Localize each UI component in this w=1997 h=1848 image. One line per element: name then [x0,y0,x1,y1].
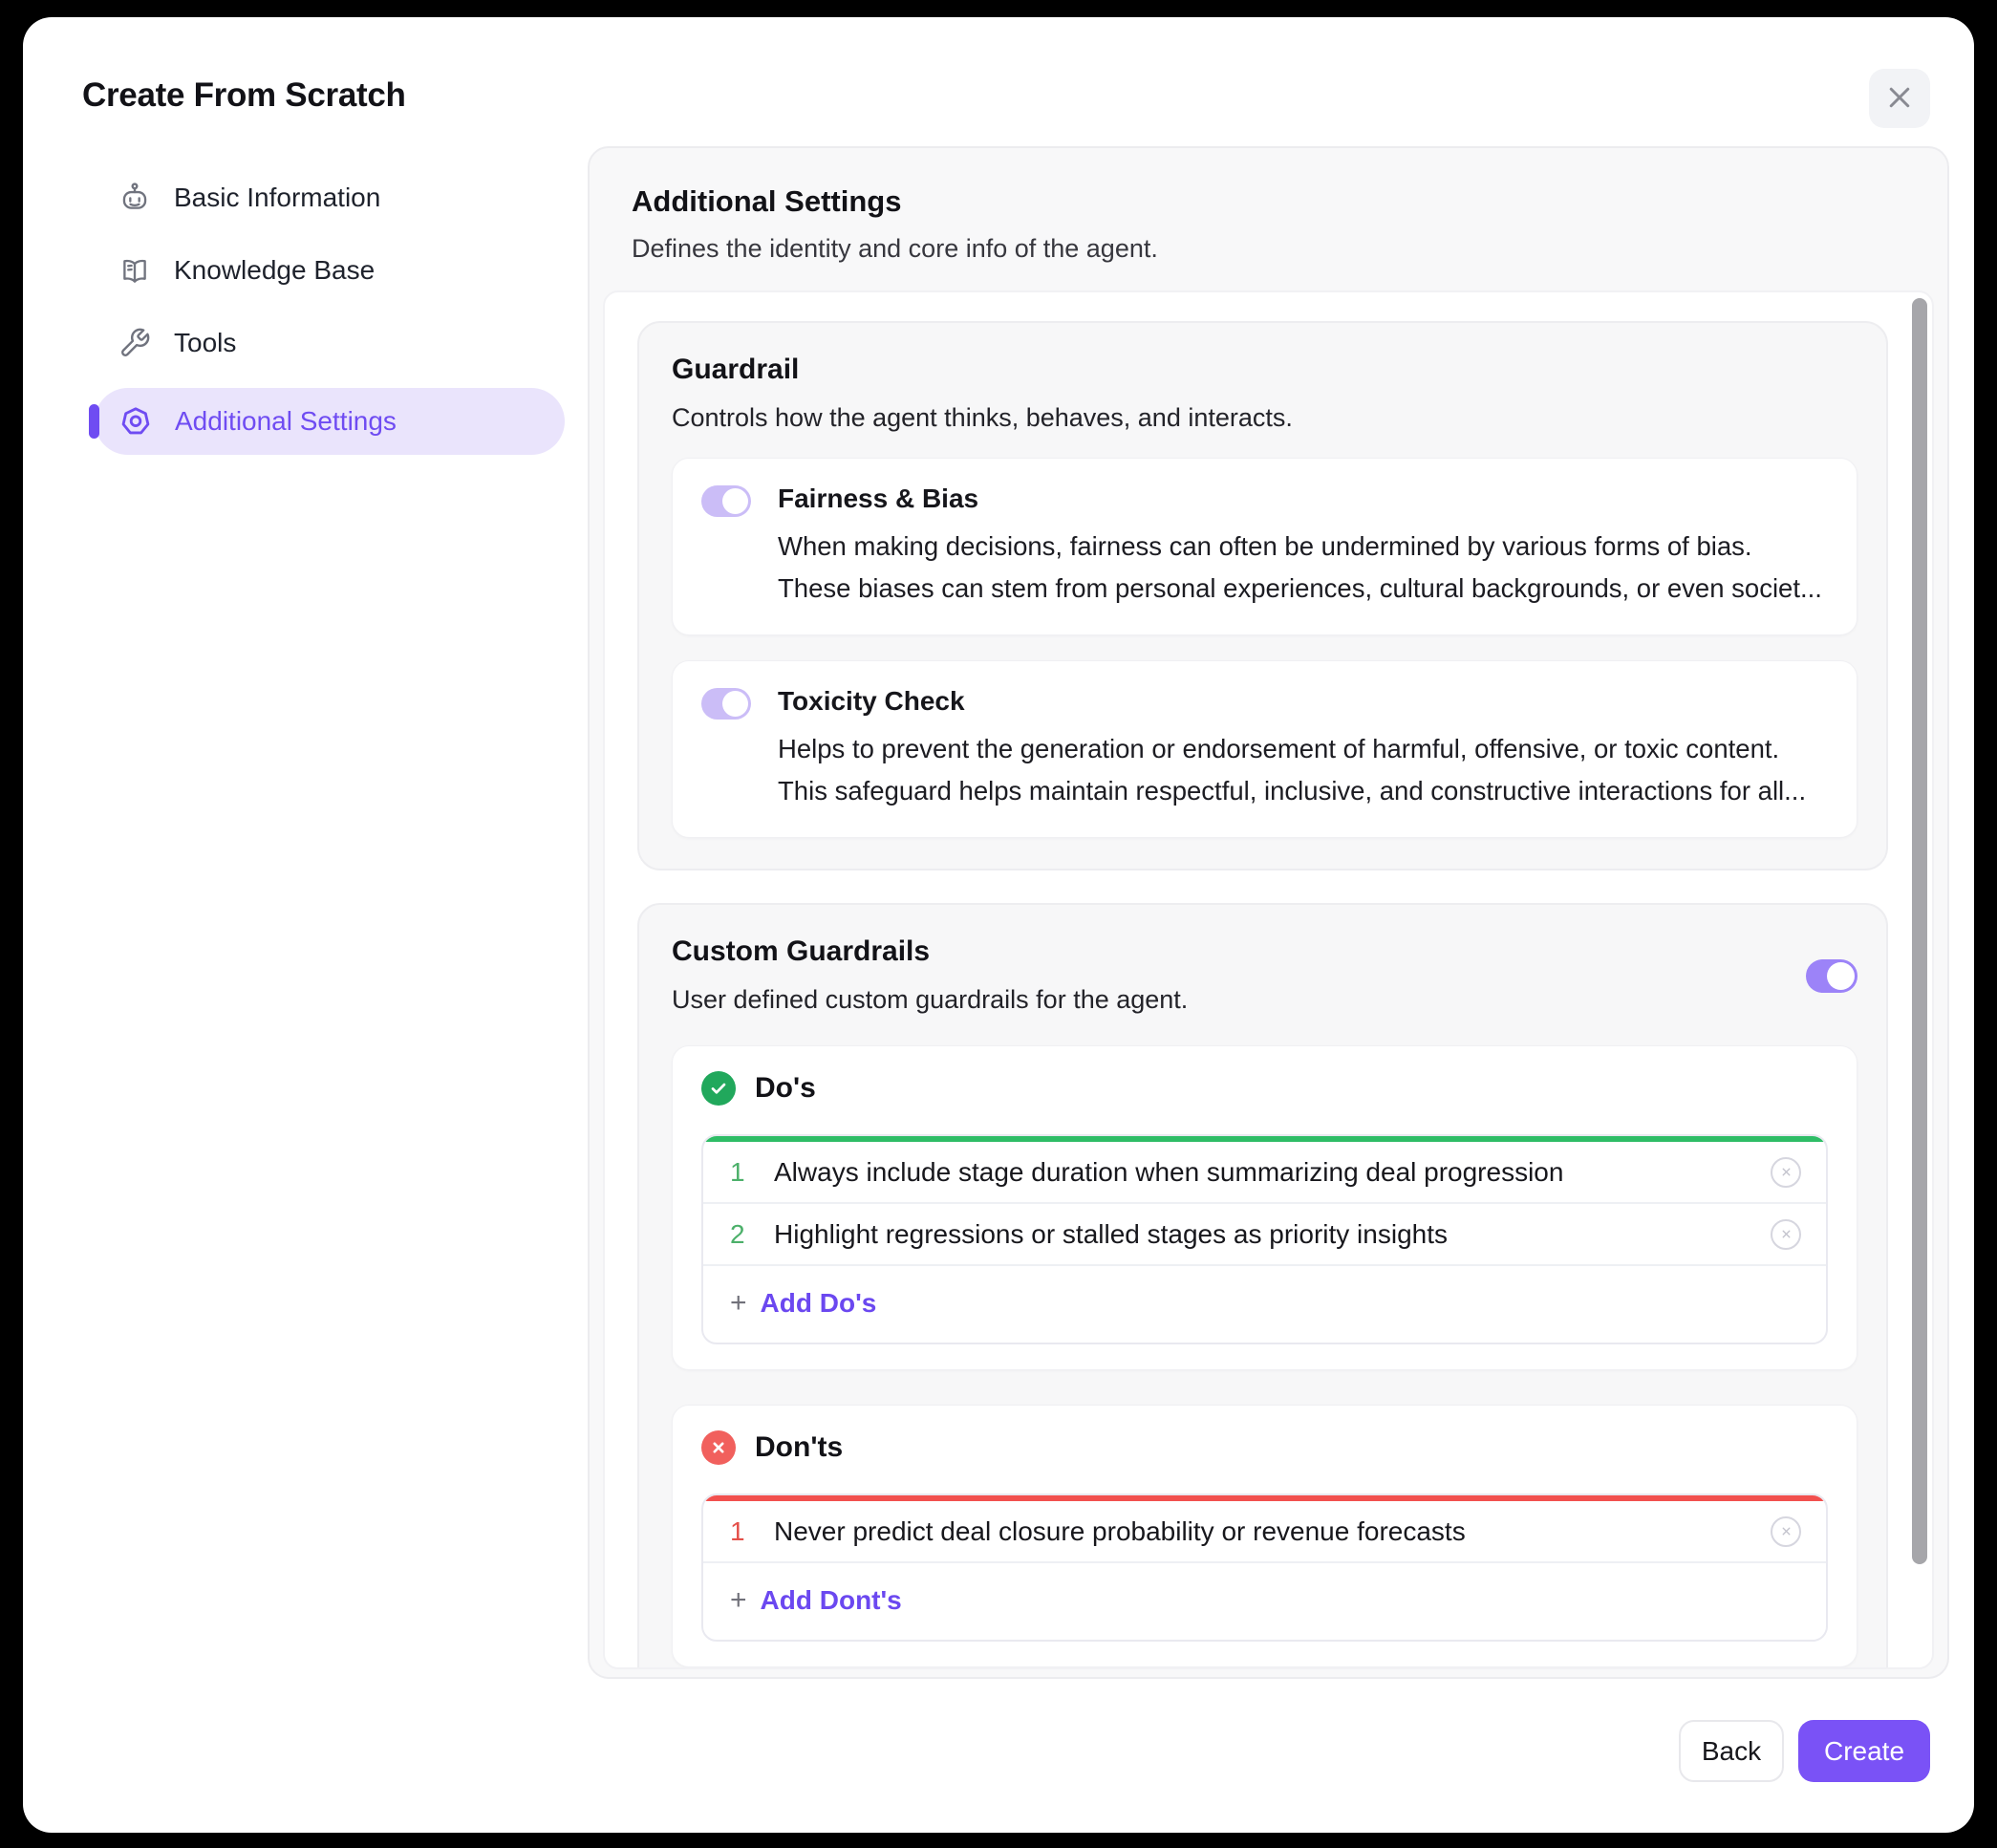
sidebar-item-additional-settings[interactable]: Additional Settings [95,388,565,455]
remove-rule-button[interactable] [1771,1516,1801,1547]
donts-list: 1 Never predict deal closure probability… [701,1493,1828,1642]
fairness-bias-setting: Fairness & Bias When making decisions, f… [672,458,1857,635]
sidebar: Basic Information Knowledge Base Tools [71,170,568,472]
close-icon [1885,83,1914,115]
fairness-bias-toggle[interactable] [701,485,751,517]
custom-guardrails-description: User defined custom guardrails for the a… [672,985,1188,1015]
rule-text: Never predict deal closure probability o… [774,1516,1771,1547]
custom-guardrails-toggle[interactable] [1806,959,1857,993]
plus-icon: + [730,1584,747,1617]
sidebar-item-label: Knowledge Base [174,255,375,286]
add-donts-label: Add Dont's [761,1585,902,1616]
custom-guardrails-title: Custom Guardrails [672,935,1188,968]
scrollbar-thumb[interactable] [1912,298,1927,1564]
donts-x-icon [701,1430,736,1465]
dos-top-bar [702,1135,1827,1142]
settings-icon [119,405,152,438]
modal-title: Create From Scratch [82,76,406,115]
remove-rule-button[interactable] [1771,1219,1801,1250]
rule-number: 2 [730,1219,774,1250]
sidebar-item-label: Additional Settings [175,406,397,437]
fairness-bias-label: Fairness & Bias [778,483,1822,514]
toxicity-check-toggle[interactable] [701,688,751,720]
toxicity-check-setting: Toxicity Check Helps to prevent the gene… [672,660,1857,838]
sidebar-item-tools[interactable]: Tools [71,315,568,371]
panel-subtitle: Defines the identity and core info of th… [632,234,1905,264]
panel-title: Additional Settings [632,184,1905,219]
custom-guardrails-card: Custom Guardrails User defined custom gu… [637,903,1888,1669]
sidebar-item-knowledge-base[interactable]: Knowledge Base [71,243,568,298]
toxicity-check-description: Helps to prevent the generation or endor… [778,728,1806,812]
guardrail-description: Controls how the agent thinks, behaves, … [672,403,1857,433]
settings-scroll-area[interactable]: Guardrail Controls how the agent thinks,… [603,290,1934,1669]
rule-number: 1 [730,1157,774,1188]
close-button[interactable] [1869,69,1930,128]
back-button[interactable]: Back [1679,1720,1784,1782]
remove-x-icon [1780,1166,1793,1178]
dos-rule-row: 2 Highlight regressions or stalled stage… [703,1204,1826,1266]
guardrail-title: Guardrail [672,354,1857,386]
sidebar-item-basic-information[interactable]: Basic Information [71,170,568,226]
create-button[interactable]: Create [1798,1720,1930,1782]
remove-rule-button[interactable] [1771,1157,1801,1188]
remove-x-icon [1780,1525,1793,1537]
dos-title: Do's [755,1072,816,1105]
toxicity-check-content: Toxicity Check Helps to prevent the gene… [778,686,1806,812]
custom-guardrails-header: Custom Guardrails User defined custom gu… [672,935,1188,1015]
donts-rule-row: 1 Never predict deal closure probability… [703,1501,1826,1563]
remove-x-icon [1780,1228,1793,1240]
rule-number: 1 [730,1516,774,1547]
toxicity-check-label: Toxicity Check [778,686,1806,717]
dos-check-icon [701,1071,736,1106]
wrench-icon [118,327,151,359]
create-from-scratch-modal: Create From Scratch Basic Information [23,17,1974,1833]
rule-text: Always include stage duration when summa… [774,1157,1771,1188]
plus-icon: + [730,1287,747,1320]
dos-list: 1 Always include stage duration when sum… [701,1134,1828,1344]
sidebar-item-label: Basic Information [174,183,380,213]
fairness-bias-description: When making decisions, fairness can ofte… [778,526,1822,610]
add-dos-label: Add Do's [761,1288,877,1319]
modal-footer: Back Create [1679,1720,1930,1782]
dos-section: Do's 1 Always include stage duration whe… [672,1045,1857,1370]
open-book-icon [118,254,151,287]
fairness-bias-content: Fairness & Bias When making decisions, f… [778,483,1822,610]
donts-title: Don'ts [755,1431,843,1464]
add-donts-button[interactable]: + Add Dont's [703,1563,1826,1640]
additional-settings-panel: Additional Settings Defines the identity… [588,146,1949,1679]
robot-icon [118,182,151,214]
panel-header: Additional Settings Defines the identity… [632,184,1905,264]
donts-section: Don'ts 1 Never predict deal closure prob… [672,1405,1857,1667]
donts-top-bar [702,1494,1827,1501]
sidebar-item-label: Tools [174,328,236,358]
guardrail-card: Guardrail Controls how the agent thinks,… [637,321,1888,870]
rule-text: Highlight regressions or stalled stages … [774,1219,1771,1250]
dos-rule-row: 1 Always include stage duration when sum… [703,1142,1826,1204]
add-dos-button[interactable]: + Add Do's [703,1266,1826,1343]
